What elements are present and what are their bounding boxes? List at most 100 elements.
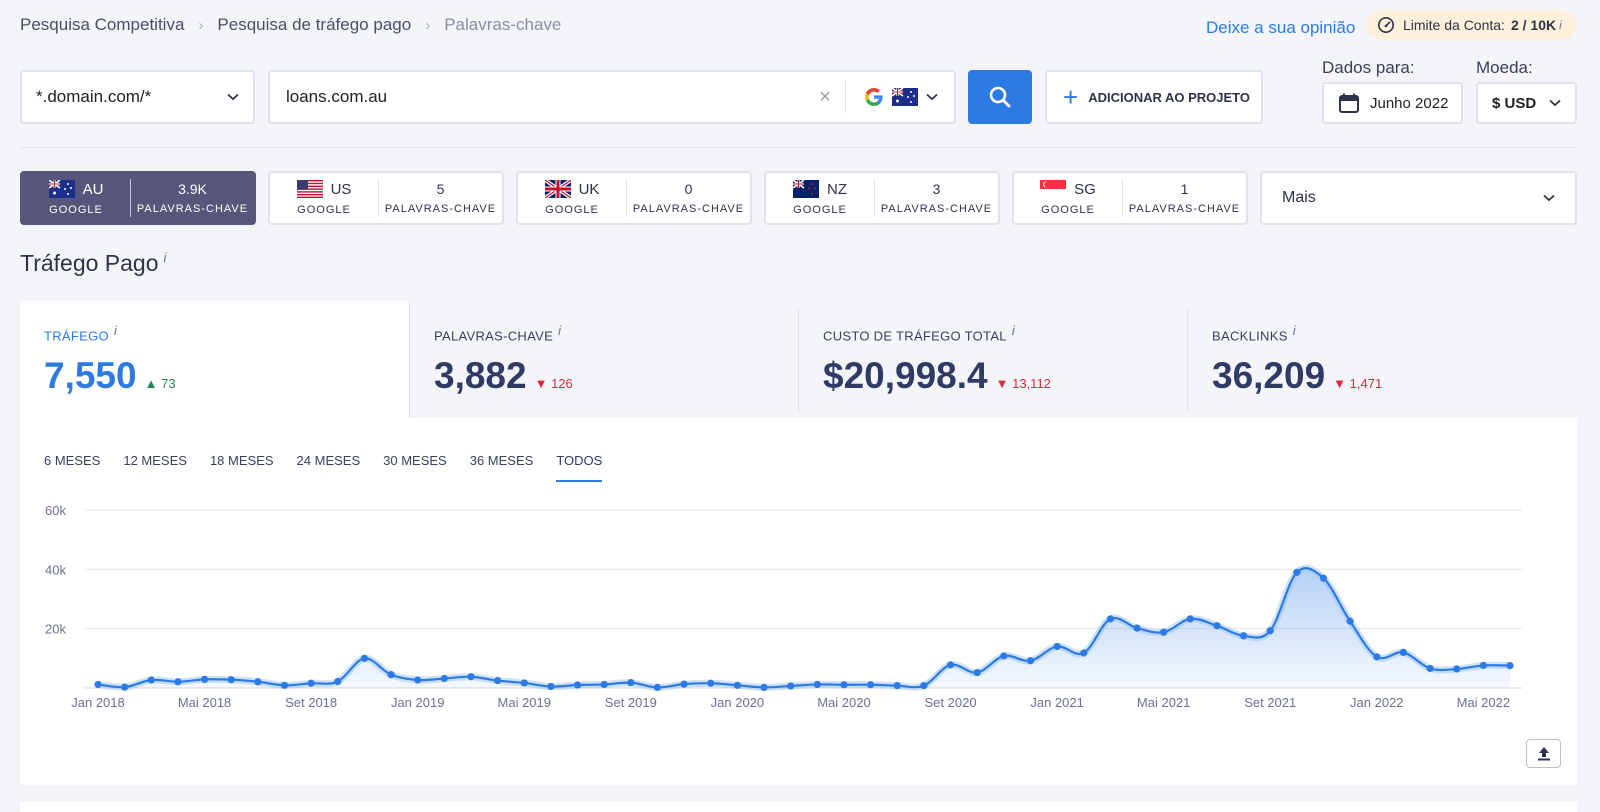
chevron-right-icon: ›: [198, 16, 204, 34]
traffic-chart: 60k 40k 20k Jan 2018 Mai 2018 Set 2018 Jan 201…: [45, 503, 1522, 710]
arrow-up-icon: ▲: [144, 376, 158, 392]
data-point: [1426, 664, 1434, 673]
country-tab-sg[interactable]: SG GOOGLE 1 PALAVRAS-CHAVE: [1012, 171, 1248, 225]
us-flag-icon: [296, 180, 323, 198]
calendar-icon: [1339, 93, 1359, 113]
data-point: [307, 679, 315, 687]
data-point: [334, 677, 342, 686]
metric-value: 7,550: [44, 355, 137, 397]
tab-36-months[interactable]: 36 MESES: [470, 453, 534, 482]
metric-value: 3,882: [434, 355, 527, 397]
tab-all[interactable]: TODOS: [556, 453, 603, 482]
close-icon[interactable]: ×: [805, 86, 845, 109]
data-point: [1319, 574, 1328, 582]
tab-24-months[interactable]: 24 MESES: [297, 453, 361, 482]
metric-traffic[interactable]: TRÁFEGO i 7,550 ▲ 73: [20, 301, 409, 418]
metric-backlinks[interactable]: BACKLINKS i 36,209 ▼ 1,471: [1188, 301, 1577, 418]
data-point: [1000, 652, 1008, 660]
domain-mode-select[interactable]: *.domain.com/*: [20, 70, 255, 124]
data-point: [94, 680, 102, 689]
info-icon[interactable]: i: [1559, 18, 1562, 32]
chevron-down-icon: [926, 93, 938, 101]
search-query[interactable]: loans.com.au: [270, 87, 805, 107]
metric-value: $20,998.4: [823, 355, 988, 397]
breadcrumb-item-competitive-research[interactable]: Pesquisa Competitiva: [20, 15, 184, 35]
data-point: [920, 682, 928, 690]
currency-label: Moeda:: [1476, 58, 1533, 77]
uk-flag-icon: [544, 180, 571, 198]
country-engine: GOOGLE: [1041, 204, 1095, 216]
data-point: [707, 679, 715, 687]
tab-6-months[interactable]: 6 MESES: [44, 453, 100, 482]
au-flag-icon: [48, 180, 75, 198]
tab-30-months[interactable]: 30 MESES: [383, 453, 447, 482]
chevron-right-icon: ›: [425, 16, 431, 34]
data-point: [1186, 615, 1194, 623]
metric-delta-value: 126: [551, 376, 573, 392]
more-countries-select[interactable]: Mais: [1260, 171, 1577, 225]
section-title-text: Tráfego Pago: [20, 250, 159, 276]
keyword-count: 5: [436, 181, 445, 197]
chevron-down-icon: [1549, 99, 1561, 107]
paid-traffic-panel: TRÁFEGO i 7,550 ▲ 73 PALAVRAS-CHAVE i 3,88…: [20, 301, 1577, 785]
data-point: [440, 674, 448, 683]
data-point: [227, 676, 235, 684]
breadcrumb-item-paid-traffic[interactable]: Pesquisa de tráfego pago: [217, 15, 411, 35]
country-tab-nz[interactable]: NZ GOOGLE 3 PALAVRAS-CHAVE: [764, 171, 1000, 225]
info-icon[interactable]: i: [114, 323, 117, 338]
country-tab-uk[interactable]: UK GOOGLE 0 PALAVRAS-CHAVE: [516, 171, 752, 225]
google-icon: [865, 88, 883, 106]
country-code: US: [330, 180, 352, 198]
currency-value: $ USD: [1492, 94, 1537, 112]
arrow-down-icon: ▼: [534, 376, 548, 392]
metric-keywords[interactable]: PALAVRAS-CHAVE i 3,882 ▼ 126: [409, 301, 799, 418]
data-point: [1026, 657, 1035, 665]
country-tab-au[interactable]: AU GOOGLE 3.9K PALAVRAS-CHAVE: [20, 171, 256, 225]
metric-delta: ▼ 1,471: [1333, 376, 1382, 391]
domain-search-input[interactable]: loans.com.au ×: [268, 70, 956, 124]
x-tick-label: Mai 2018: [178, 695, 231, 710]
nz-flag-icon: [793, 180, 819, 198]
metric-value: 36,209: [1212, 355, 1326, 397]
metric-label-text: BACKLINKS: [1212, 328, 1288, 344]
metric-total-traffic-cost[interactable]: CUSTO DE TRÁFEGO TOTAL i $20,998.4 ▼ 13,1…: [799, 301, 1188, 418]
date-picker[interactable]: Junho 2022: [1322, 82, 1463, 124]
metric-label: BACKLINKS i: [1212, 323, 1577, 343]
arrow-down-icon: ▼: [1333, 376, 1347, 392]
currency-select[interactable]: $ USD: [1476, 82, 1577, 124]
x-tick-label: Jan 2019: [391, 695, 445, 710]
feedback-link[interactable]: Deixe a sua opinião: [1206, 18, 1355, 38]
country-code: UK: [578, 180, 600, 198]
data-point: [467, 673, 475, 681]
data-point: [1293, 568, 1301, 576]
search-button[interactable]: [968, 70, 1032, 124]
country-engine: GOOGLE: [49, 204, 103, 216]
x-tick-label: Jan 2022: [1350, 695, 1404, 710]
account-limit-badge[interactable]: Limite da Conta: 2 / 10K i: [1367, 10, 1576, 40]
gauge-icon: [1377, 16, 1395, 34]
data-point: [1080, 649, 1088, 657]
country-code: SG: [1074, 180, 1096, 198]
search-engine-select[interactable]: [846, 87, 954, 107]
info-icon[interactable]: i: [164, 250, 167, 265]
info-icon[interactable]: i: [1012, 323, 1015, 338]
info-icon[interactable]: i: [558, 323, 561, 338]
data-point: [946, 661, 955, 669]
data-point: [627, 679, 635, 687]
tab-18-months[interactable]: 18 MESES: [210, 453, 274, 482]
x-tick-label: Set 2018: [285, 695, 337, 710]
export-button[interactable]: [1526, 739, 1561, 768]
data-point: [1453, 665, 1461, 673]
country-tab-us[interactable]: US GOOGLE 5 PALAVRAS-CHAVE: [268, 171, 504, 225]
tab-12-months[interactable]: 12 MESES: [123, 453, 187, 482]
country-code: NZ: [827, 180, 847, 198]
keyword-unit: PALAVRAS-CHAVE: [880, 203, 993, 215]
account-limit-label: Limite da Conta:: [1403, 17, 1505, 33]
metric-delta: ▲ 73: [145, 376, 176, 391]
metrics-row: TRÁFEGO i 7,550 ▲ 73 PALAVRAS-CHAVE i 3,88…: [20, 301, 1577, 418]
info-icon[interactable]: i: [1293, 323, 1296, 338]
country-engine: GOOGLE: [545, 204, 599, 216]
data-point: [1160, 628, 1168, 636]
keyword-count: 3: [932, 181, 941, 197]
add-to-project-button[interactable]: + ADICIONAR AO PROJETO: [1045, 70, 1263, 124]
